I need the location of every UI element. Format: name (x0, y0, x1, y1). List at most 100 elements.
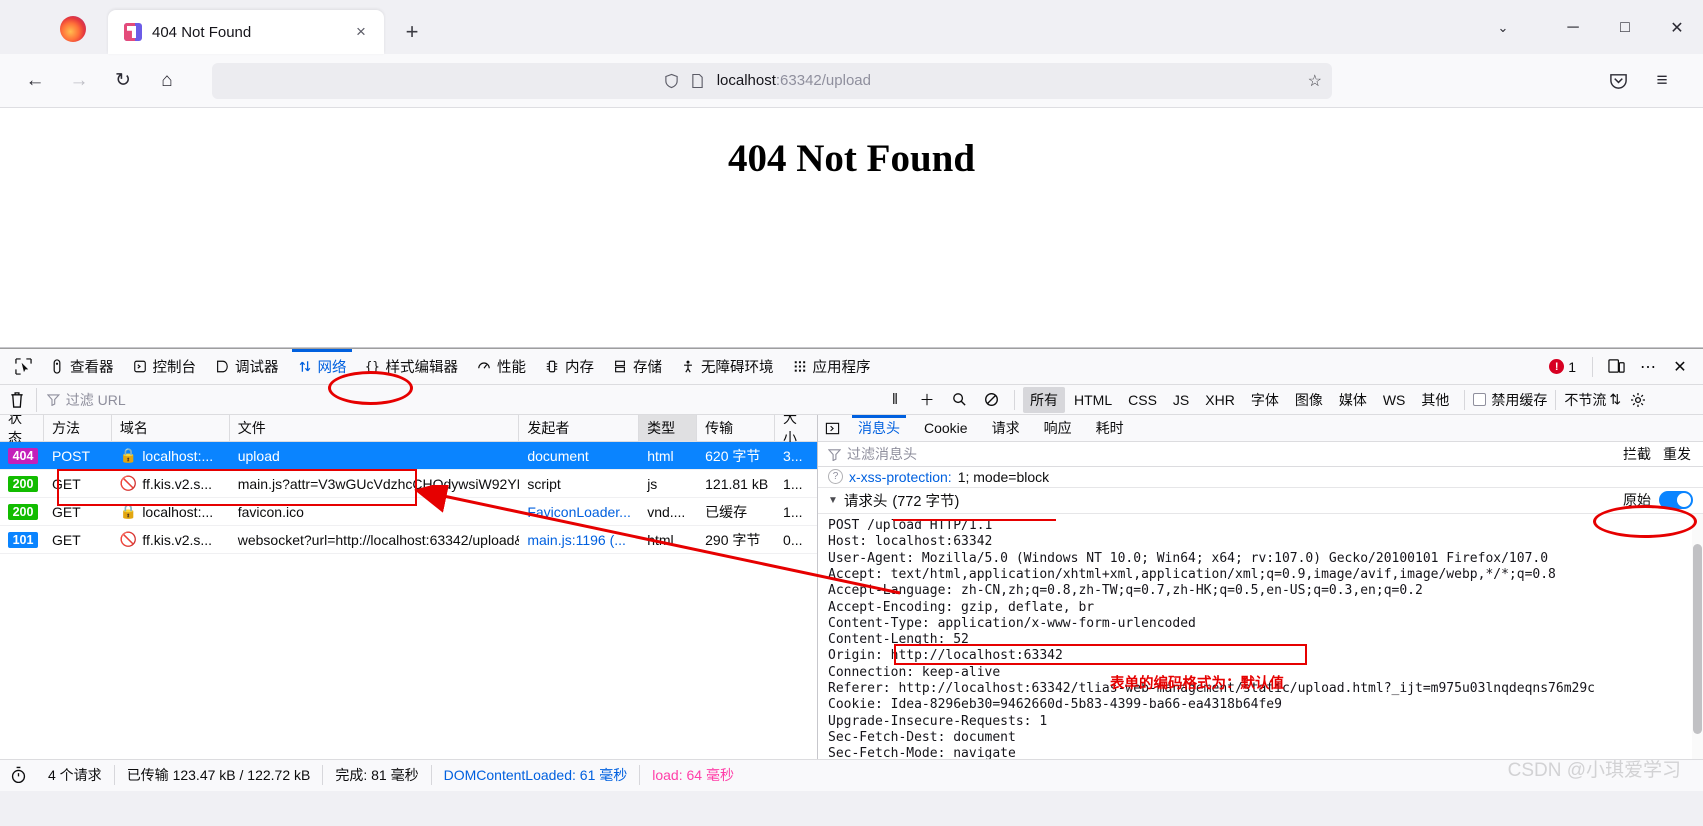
raw-headers-box: POST /upload HTTP/1.1 Host: localhost:63… (818, 514, 1703, 759)
new-tab-button[interactable]: + (396, 16, 428, 48)
filter-url-input[interactable] (65, 391, 880, 408)
reload-icon[interactable]: ↻ (104, 62, 142, 100)
cell-size: 1... (783, 475, 803, 492)
filter-type-image[interactable]: 图像 (1288, 387, 1330, 413)
filter-type-html[interactable]: HTML (1067, 389, 1119, 411)
minimize-button[interactable]: ─ (1547, 6, 1599, 50)
browser-titlebar: 404 Not Found × + ⌄ ─ □ ✕ (0, 0, 1703, 54)
cell-initiator[interactable]: FaviconLoader... (519, 498, 639, 526)
list-all-tabs-icon[interactable]: ⌄ (1477, 6, 1529, 50)
throttle-select[interactable]: 不节流 ⇅ (1564, 390, 1621, 410)
tab-memory[interactable]: 内存 (535, 349, 603, 385)
filter-type-js[interactable]: JS (1166, 389, 1196, 411)
column-file[interactable]: 文件 (230, 414, 520, 442)
browser-tab[interactable]: 404 Not Found × (108, 10, 384, 54)
tab-debugger[interactable]: 调试器 (205, 349, 288, 385)
gear-icon[interactable] (1623, 387, 1653, 413)
tab-request[interactable]: 请求 (980, 415, 1032, 442)
cell-method: GET (51, 475, 81, 492)
expand-panel-icon[interactable] (818, 421, 846, 436)
devtools-close-icon[interactable]: ✕ (1665, 353, 1695, 381)
pocket-icon[interactable] (1599, 62, 1637, 100)
add-request-icon[interactable]: ＋ (912, 387, 942, 413)
disable-cache-checkbox[interactable]: 禁用缓存 (1473, 390, 1547, 410)
tab-timings[interactable]: 耗时 (1084, 415, 1136, 442)
request-headers-section[interactable]: ▼ 请求头 (772 字节) 原始 (818, 487, 1703, 515)
cell-initiator[interactable]: main.js:1196 (... (519, 526, 639, 554)
close-icon[interactable]: × (348, 19, 374, 45)
devtools-more-icon[interactable]: ⋯ (1633, 353, 1663, 381)
tab-label: 性能 (497, 360, 526, 376)
app-menu-icon[interactable]: ≡ (1643, 62, 1681, 100)
tab-storage[interactable]: 存储 (603, 349, 671, 385)
maximize-button[interactable]: □ (1599, 6, 1651, 50)
error-count-badge[interactable]: ! 1 (1549, 359, 1576, 375)
table-row[interactable]: 101 GET 🚫 ff.kis.v2.s... websocket?url=ht… (0, 526, 817, 555)
forward-icon[interactable]: → (60, 62, 98, 100)
request-table-header: 状态 方法 域名 文件 发起者 类型 传输 大小 (0, 414, 817, 443)
column-initiator[interactable]: 发起者 (519, 414, 640, 442)
details-tabs: 消息头 Cookie 请求 响应 耗时 (818, 414, 1703, 443)
tab-console[interactable]: 控制台 (123, 349, 206, 385)
filter-type-all[interactable]: 所有 (1023, 386, 1065, 413)
column-status[interactable]: 状态 (0, 414, 44, 442)
responsive-design-icon[interactable] (1601, 353, 1631, 381)
home-icon[interactable]: ⌂ (148, 62, 186, 100)
filter-headers-input[interactable] (847, 446, 1611, 463)
tab-network[interactable]: 网络 (288, 348, 356, 385)
tab-headers[interactable]: 消息头 (846, 414, 912, 442)
page-icon[interactable] (685, 73, 711, 89)
cell-domain: 🚫 ff.kis.v2.s... (112, 526, 230, 554)
chevron-down-icon[interactable]: ▼ (828, 495, 838, 506)
tab-accessibility[interactable]: 无障碍环境 (671, 349, 783, 385)
network-toolbar: ‖ ＋ 所有 HTML CSS JS XHR 字体 图像 媒体 WS 其他 (0, 385, 1703, 416)
tab-cookie[interactable]: Cookie (912, 415, 980, 442)
tab-performance[interactable]: 性能 (467, 349, 535, 385)
toggle-switch[interactable] (1659, 491, 1693, 510)
tab-style-editor[interactable]: {} 样式编辑器 (356, 349, 468, 385)
column-method[interactable]: 方法 (44, 414, 112, 442)
resend-action[interactable]: 重发 (1657, 444, 1697, 464)
pause-icon[interactable]: ‖ (880, 387, 910, 413)
column-type[interactable]: 类型 (639, 414, 698, 442)
cell-type: html (647, 531, 674, 548)
vertical-scrollbar[interactable] (1692, 514, 1703, 759)
lock-icon: 🔒 (119, 447, 138, 464)
help-icon[interactable]: ? (828, 469, 843, 485)
column-size[interactable]: 大小 (775, 415, 817, 442)
error-icon: ! (1549, 359, 1565, 374)
raw-toggle[interactable]: 原始 (1623, 490, 1693, 510)
search-icon[interactable] (944, 387, 974, 413)
filter-type-xhr[interactable]: XHR (1198, 389, 1242, 411)
element-picker-icon[interactable] (6, 352, 40, 382)
filter-type-other[interactable]: 其他 (1414, 387, 1456, 413)
column-transfer[interactable]: 传输 (697, 414, 776, 442)
devtools-toolbar-right: ! 1 ⋯ ✕ (1549, 353, 1703, 381)
filter-url-field[interactable] (36, 387, 880, 412)
filter-type-css[interactable]: CSS (1121, 389, 1164, 411)
url-text[interactable]: localhost:63342/upload (717, 72, 871, 89)
status-badge: 404 (8, 447, 38, 464)
browser-window: 404 Not Found × + ⌄ ─ □ ✕ ← → ↻ ⌂ localh… (0, 0, 1703, 826)
back-icon[interactable]: ← (16, 62, 54, 100)
trash-icon[interactable] (0, 391, 34, 408)
table-row[interactable]: 404 POST 🔒 localhost:... upload document … (0, 442, 817, 471)
filter-icon (47, 394, 60, 407)
table-row[interactable]: 200 GET 🔒 localhost:... favicon.ico Favic… (0, 498, 817, 527)
tab-inspector[interactable]: 查看器 (40, 349, 123, 385)
table-row[interactable]: 200 GET 🚫 ff.kis.v2.s... main.js?attr=V3w… (0, 470, 817, 499)
tab-response[interactable]: 响应 (1032, 415, 1084, 442)
address-bar[interactable]: localhost:63342/upload ☆ (212, 62, 1332, 99)
filter-type-media[interactable]: 媒体 (1332, 387, 1374, 413)
filter-type-font[interactable]: 字体 (1244, 387, 1286, 413)
block-action[interactable]: 拦截 (1617, 444, 1657, 464)
scrollbar-thumb[interactable] (1693, 544, 1702, 735)
window-close-button[interactable]: ✕ (1651, 6, 1703, 50)
bookmark-star-icon[interactable]: ☆ (1308, 71, 1322, 91)
tab-application[interactable]: 应用程序 (783, 349, 880, 385)
filter-type-ws[interactable]: WS (1376, 389, 1413, 411)
debugger-icon (214, 359, 230, 375)
column-domain[interactable]: 域名 (112, 414, 230, 442)
shield-icon[interactable] (659, 73, 685, 89)
block-icon[interactable] (976, 387, 1006, 413)
